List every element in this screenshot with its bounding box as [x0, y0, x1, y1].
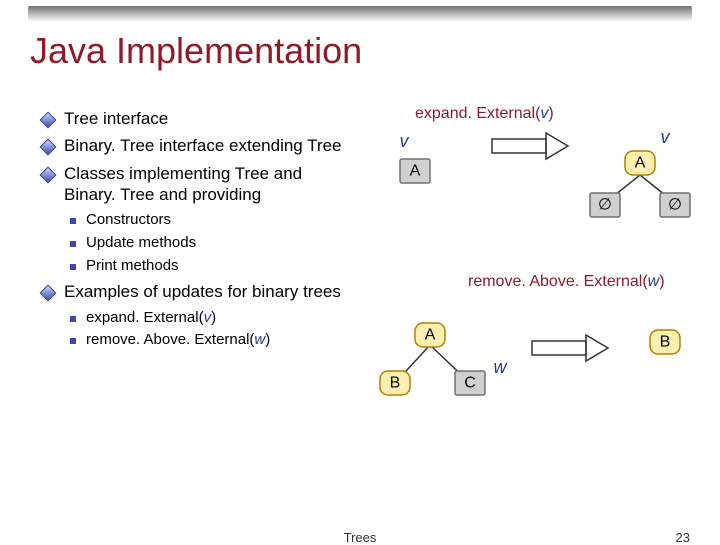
sub-item: Print methods: [70, 257, 352, 276]
square-icon: [70, 218, 76, 224]
sub-text: Print methods: [86, 257, 179, 276]
footer-page: 23: [676, 530, 690, 545]
footer-center: Trees: [344, 530, 377, 545]
sub-post: ): [265, 331, 270, 348]
slide-title: Java Implementation: [30, 30, 362, 72]
bullet-text: Binary. Tree interface extending Tree: [64, 135, 342, 156]
square-icon: [70, 338, 76, 344]
sub-item: Constructors: [70, 211, 352, 230]
square-icon: [70, 316, 76, 322]
sub-pre: remove. Above. External(: [86, 331, 254, 348]
top-shadow: [28, 6, 692, 22]
node-B: B: [660, 334, 671, 351]
arrow-icon: [530, 335, 610, 365]
square-icon: [70, 241, 76, 247]
sub-list: expand. External(v) remove. Above. Exter…: [42, 309, 352, 351]
square-icon: [70, 264, 76, 270]
bullet-list: Tree interface Binary. Tree interface ex…: [42, 108, 352, 354]
bullet-item: Tree interface: [42, 108, 352, 129]
op-label-remove: remove. Above. External(w): [468, 273, 665, 291]
diamond-icon: [40, 285, 57, 302]
sub-text: Constructors: [86, 211, 171, 230]
label-w: w: [494, 357, 508, 377]
var-v: v: [204, 309, 212, 326]
sub-pre: expand. External(: [86, 309, 204, 326]
tree-before-remove: A B C w: [360, 305, 530, 425]
bullet-item: Binary. Tree interface extending Tree: [42, 135, 352, 156]
diagram-area: expand. External(v) v A v A ∅ ∅ remove. …: [370, 105, 700, 485]
sub-text: remove. Above. External(w): [86, 331, 270, 350]
bullet-text: Examples of updates for binary trees: [64, 281, 341, 302]
op-label-expand: expand. External(v): [415, 105, 554, 123]
node-A: A: [410, 163, 421, 180]
arrow-icon: [490, 133, 570, 163]
node-empty: ∅: [598, 197, 612, 214]
sub-item: Update methods: [70, 234, 352, 253]
node-A: A: [425, 327, 436, 344]
bullet-item: Classes implementing Tree and Binary. Tr…: [42, 163, 352, 206]
diamond-icon: [40, 139, 57, 156]
sub-item: remove. Above. External(w): [70, 331, 352, 350]
diamond-icon: [40, 166, 57, 183]
sub-text: Update methods: [86, 234, 196, 253]
node-A: A: [635, 155, 646, 172]
var-w: w: [254, 331, 265, 348]
tree-after-remove: B: [630, 320, 700, 380]
node-empty: ∅: [668, 197, 682, 214]
bullet-item: Examples of updates for binary trees: [42, 281, 352, 302]
sub-list: Constructors Update methods Print method…: [42, 211, 352, 275]
op-name: remove. Above. External(: [468, 273, 648, 290]
label-v: v: [400, 131, 410, 151]
sub-post: ): [211, 309, 216, 326]
bullet-text: Tree interface: [64, 108, 168, 129]
bullet-text: Classes implementing Tree and Binary. Tr…: [64, 163, 352, 206]
node-C: C: [464, 375, 476, 392]
var-w: w: [648, 273, 660, 290]
tree-before-expand: v A: [380, 135, 460, 205]
label-v: v: [661, 127, 671, 147]
op-name: expand. External(: [415, 105, 540, 122]
sub-text: expand. External(v): [86, 309, 216, 328]
sub-item: expand. External(v): [70, 309, 352, 328]
node-B: B: [390, 375, 401, 392]
diamond-icon: [40, 112, 57, 129]
tree-after-expand: v A ∅ ∅: [580, 131, 700, 231]
paren: ): [659, 273, 664, 290]
paren: ): [548, 105, 553, 122]
